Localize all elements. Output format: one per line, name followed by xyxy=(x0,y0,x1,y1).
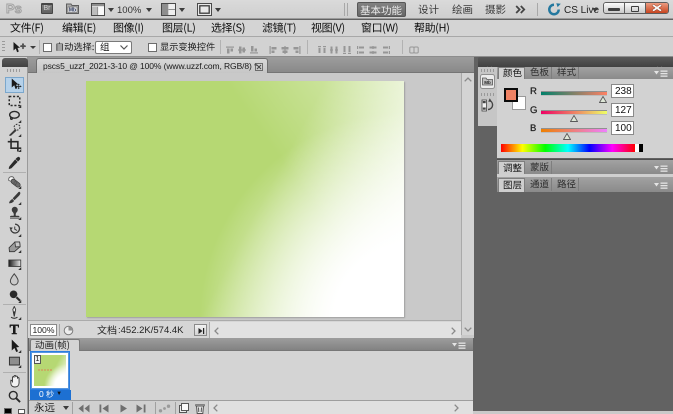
svg-text:Mb: Mb xyxy=(484,80,491,85)
svg-text:Mb: Mb xyxy=(69,8,76,14)
